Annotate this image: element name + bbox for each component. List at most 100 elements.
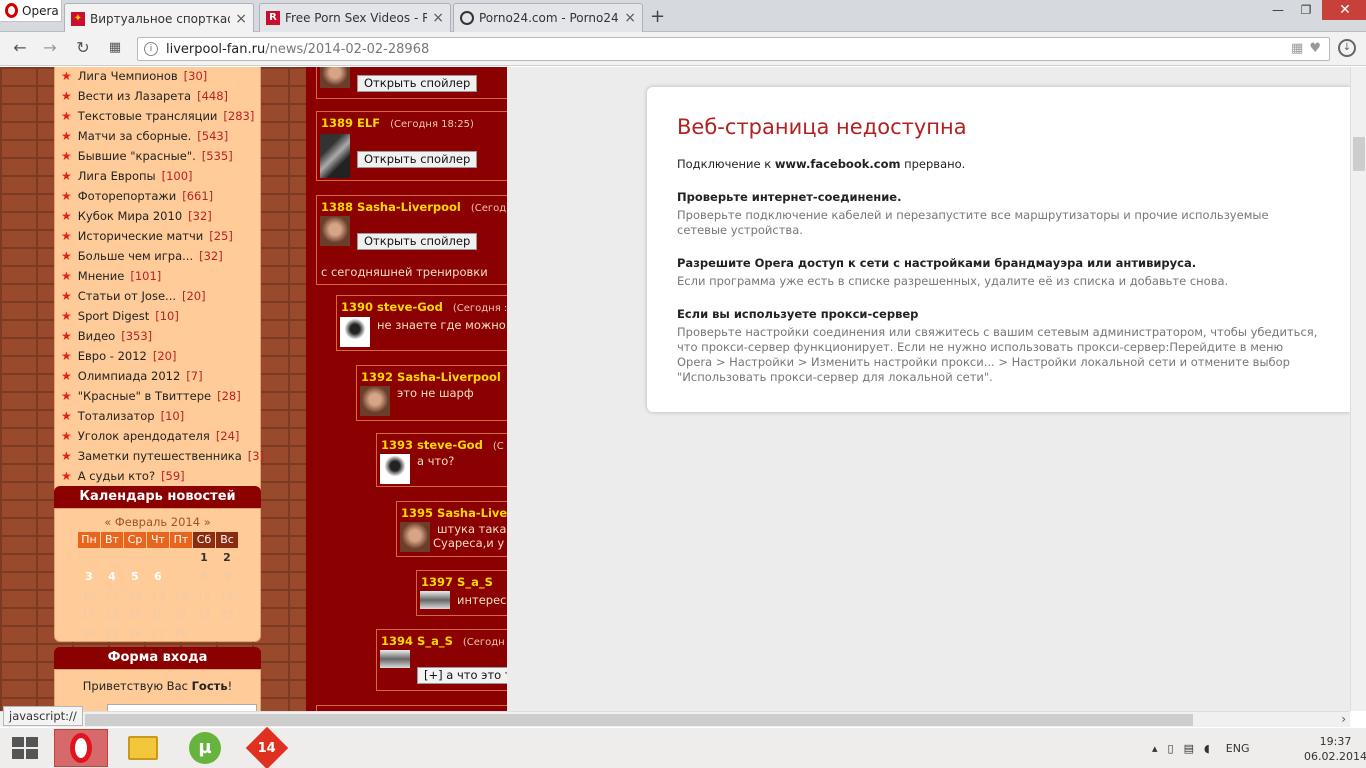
scroll-thumb[interactable]	[1353, 137, 1365, 171]
calendar-day[interactable]: 6	[147, 568, 169, 586]
clock-date: 06.02.2014	[1304, 750, 1366, 763]
category-item[interactable]: ★ Тотализатор [10]	[55, 406, 260, 426]
taskbar-opera[interactable]	[54, 729, 108, 767]
back-icon[interactable]: ←	[9, 38, 31, 57]
calendar-day: 18	[105, 608, 119, 621]
comment-num: 1390	[341, 300, 374, 314]
category-item[interactable]: ★ Олимпиада 2012 [7]	[55, 366, 260, 386]
maximize-icon[interactable]: ❐	[1292, 0, 1320, 20]
category-item[interactable]: ★ Мнение [101]	[55, 266, 260, 286]
calendar-day[interactable]: 1	[193, 549, 215, 567]
network-icon[interactable]: ▤	[1184, 742, 1194, 755]
taskbar-utorrent[interactable]: µ	[178, 729, 232, 767]
download-icon[interactable]: ↓	[1338, 39, 1356, 57]
comment-author[interactable]: S_a_S	[457, 575, 493, 589]
category-item[interactable]: ★ Заметки путешественника [3]	[55, 446, 264, 466]
category-item[interactable]: ★ Евро - 2012 [20]	[55, 346, 260, 366]
scroll-right-icon[interactable]: ›	[1341, 712, 1346, 726]
avatar	[420, 591, 450, 609]
open-spoiler-button[interactable]: Открыть спойлер	[357, 233, 478, 250]
speed-dial-icon[interactable]: ▦	[104, 40, 126, 55]
calendar: « Февраль 2014 » Пн Вт Ср Чт Пт Сб Вс 1 2 3 4 5 6 7 8 9…	[54, 508, 261, 642]
category-item[interactable]: ★ Исторические матчи [25]	[55, 226, 260, 246]
comment-num: 1397	[421, 575, 454, 589]
comment-author[interactable]: Sasha-Liverpool	[357, 200, 461, 214]
tray-expand-icon[interactable]: ▴	[1152, 742, 1158, 755]
category-label: "Красные" в Твиттере	[77, 389, 212, 403]
comment-author[interactable]: Sasha-Liverpool	[397, 370, 501, 384]
reload-icon[interactable]: ↻	[72, 38, 94, 57]
calendar-title: Календарь новостей	[54, 486, 261, 508]
category-item[interactable]: ★ Текстовые трансляции [283]	[55, 106, 260, 126]
minimize-icon[interactable]: —	[1264, 0, 1292, 20]
tab-label: Виртуальное спорткафе	[90, 11, 231, 26]
comment-author[interactable]: S_a_S	[417, 634, 453, 648]
language-indicator[interactable]: ENG	[1226, 742, 1250, 755]
forward-icon[interactable]: →	[39, 38, 61, 57]
login-input[interactable]	[107, 704, 257, 711]
opera-menu-button[interactable]: Opera	[0, 0, 62, 22]
category-item[interactable]: ★ Больше чем игра... [32]	[55, 246, 260, 266]
heart-icon[interactable]: ♥	[1309, 41, 1321, 56]
taskbar-explorer[interactable]	[116, 729, 170, 767]
comment: Открыть спойлер	[316, 67, 507, 99]
expand-button[interactable]: [+] а что это т	[417, 667, 507, 684]
category-item[interactable]: ★ Бывшие "красные". [535]	[55, 146, 260, 166]
category-item[interactable]: ★ А судьи кто? [59]	[55, 466, 260, 486]
close-tab-icon[interactable]: ×	[432, 10, 444, 26]
comment-author[interactable]: Sasha-Live	[437, 506, 507, 520]
star-icon: ★	[61, 449, 72, 463]
category-item[interactable]: ★ Уголок арендодателя [24]	[55, 426, 260, 446]
site-info-icon[interactable]: i	[144, 42, 158, 56]
new-tab-button[interactable]: +	[650, 6, 665, 27]
comment: 1388 Sasha-Liverpool (Сегод Открыть спойл…	[316, 195, 507, 285]
close-tab-icon[interactable]: ×	[235, 11, 247, 27]
category-item[interactable]: ★ Статьи от Jose... [20]	[55, 286, 260, 306]
calendar-day[interactable]: 3	[78, 568, 100, 586]
comment-author[interactable]: ELF	[357, 116, 380, 130]
open-spoiler-button[interactable]: Открыть спойлер	[357, 151, 478, 168]
volume-icon[interactable]: ◖	[1204, 742, 1210, 755]
tab-lfc[interactable]: ✦ Виртуальное спорткафе ×	[64, 3, 254, 33]
category-count: [10]	[155, 309, 179, 323]
tab-red[interactable]: R Free Porn Sex Videos - Red ×	[259, 3, 451, 32]
clock[interactable]: 19:37 06.02.2014	[1304, 734, 1366, 764]
category-item[interactable]: ★ Матчи за сборные. [543]	[55, 126, 260, 146]
close-tab-icon[interactable]: ×	[624, 10, 636, 26]
tab-porno24[interactable]: Porno24.com - Porno24 ×	[453, 3, 643, 32]
category-item[interactable]: ★ "Красные" в Твиттере [28]	[55, 386, 260, 406]
star-icon: ★	[61, 89, 72, 103]
calendar-day[interactable]: 4	[101, 568, 123, 586]
category-item[interactable]: ★ Лига Европы [100]	[55, 166, 260, 186]
scroll-thumb[interactable]	[85, 714, 1193, 726]
open-spoiler-button[interactable]: Открыть спойлер	[357, 75, 478, 92]
category-count: [20]	[152, 349, 177, 363]
comment-time: (Сегод	[470, 203, 507, 214]
power-icon[interactable]: ▯	[1168, 742, 1174, 755]
calendar-month-nav[interactable]: « Февраль 2014 »	[55, 515, 260, 529]
login-user: Гость	[191, 679, 228, 693]
calendar-day[interactable]: 2	[216, 549, 238, 567]
category-item[interactable]: ★ Кубок Мира 2010 [32]	[55, 206, 260, 226]
grid-icon[interactable]: ▦	[1291, 41, 1303, 56]
comment-header: 1394 S_a_S (Сегодн	[381, 634, 505, 648]
start-button[interactable]	[12, 737, 38, 759]
error-line-suffix: прервано.	[904, 157, 966, 171]
category-item[interactable]: ★ Вести из Лазарета [448]	[55, 86, 260, 106]
category-count: [448]	[197, 89, 229, 103]
comment: 1397 S_a_S интересн	[416, 570, 507, 616]
comment-author[interactable]: steve-God	[417, 438, 483, 452]
horizontal-scrollbar[interactable]: ›	[0, 711, 1350, 727]
avatar	[320, 67, 350, 88]
category-item[interactable]: ★ Видео [353]	[55, 326, 260, 346]
address-bar[interactable]: i liverpool-fan.ru/news/2014-02-02-28968…	[137, 37, 1330, 61]
comment-author[interactable]: steve-God	[377, 300, 443, 314]
login-greeting: Приветствую Вас	[82, 679, 188, 693]
taskbar-app14[interactable]: 14	[240, 726, 294, 768]
category-item[interactable]: ★ Sport Digest [10]	[55, 306, 260, 326]
category-item[interactable]: ★ Фоторепортажи [661]	[55, 186, 260, 206]
close-window-icon[interactable]: ✕	[1322, 0, 1366, 20]
calendar-day[interactable]: 5	[124, 568, 146, 586]
category-item[interactable]: ★ Лига Чемпионов [30]	[55, 67, 260, 86]
vertical-scrollbar[interactable]	[1350, 67, 1366, 711]
